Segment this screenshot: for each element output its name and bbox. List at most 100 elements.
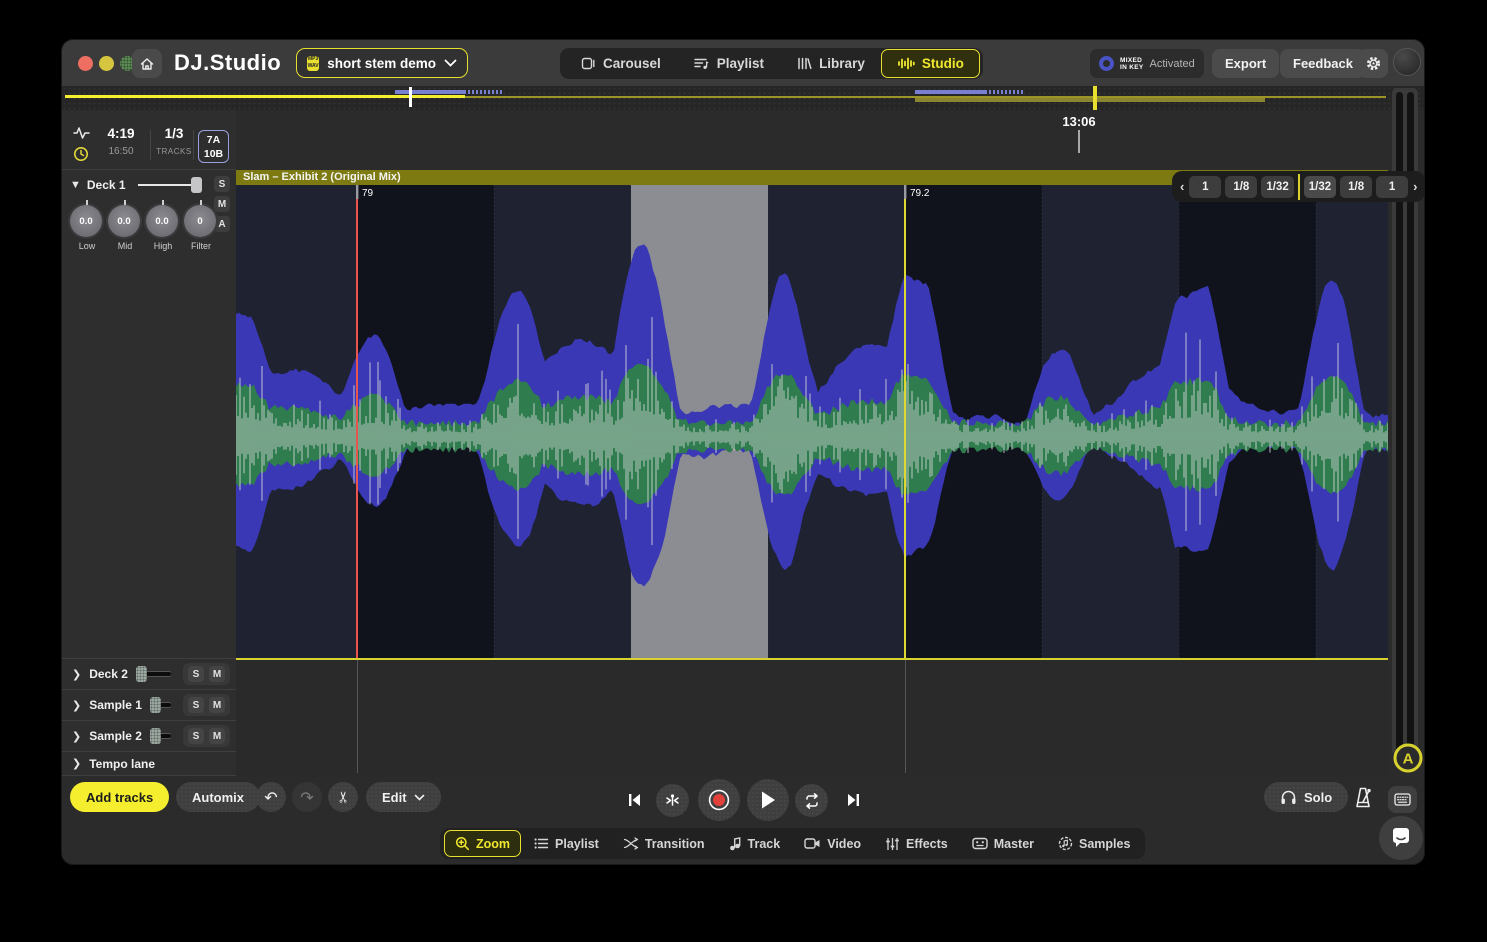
minimap-playhead[interactable] [409, 87, 412, 107]
sidebar-divider [62, 169, 236, 170]
split-tool-button[interactable]: ✂ [328, 782, 358, 812]
tracks-count: 1/3 [154, 126, 194, 141]
arrangement-empty-area[interactable] [236, 658, 1388, 777]
circled-a-icon: A [1392, 742, 1424, 774]
key-display[interactable]: 7A 10B [198, 130, 229, 163]
user-avatar[interactable] [1393, 48, 1421, 76]
filter-knob[interactable]: 0 [184, 205, 216, 237]
support-chat-button[interactable] [1379, 816, 1423, 860]
mix-overview-minimap[interactable] [62, 86, 1424, 110]
keyboard-icon [1394, 793, 1411, 806]
sample1-volume-slider[interactable] [150, 697, 175, 713]
deck1-volume-handle[interactable] [191, 177, 202, 193]
panel-tab-transition[interactable]: Transition [612, 830, 716, 857]
waveform-display[interactable]: 7979.2 [236, 185, 1388, 658]
undo-button[interactable]: ↶ [256, 782, 286, 812]
metronome-button[interactable] [1350, 785, 1376, 811]
deck1-volume-slider[interactable] [138, 177, 202, 193]
sample2-volume-slider[interactable] [150, 728, 175, 744]
scissors-icon: ✂ [334, 791, 352, 804]
timeline-ruler[interactable]: 13:06 − + [62, 110, 1424, 170]
beatgrid-next-icon[interactable]: › [1412, 179, 1418, 194]
svg-text:79.2: 79.2 [910, 188, 930, 199]
split-at-playhead-button[interactable] [656, 784, 689, 817]
autopilot-badge[interactable]: A [1392, 742, 1424, 774]
add-tracks-button[interactable]: Add tracks [70, 782, 169, 812]
tempo-lane-row[interactable]: ❯ Tempo lane [62, 751, 236, 776]
chevron-right-icon[interactable]: ❯ [72, 668, 81, 681]
mid-knob[interactable]: 0.0 [108, 205, 140, 237]
skip-to-start-button[interactable] [625, 791, 643, 809]
minimap-stem-segment-2 [915, 90, 985, 94]
panel-tab-master[interactable]: Master [961, 830, 1045, 857]
deck2-solo-button[interactable]: S [188, 666, 204, 682]
loop-button[interactable] [795, 784, 828, 817]
redo-button[interactable]: ↷ [292, 782, 322, 812]
beatgrid-button-3[interactable]: 1/32 [1261, 176, 1293, 198]
beatgrid-prev-icon[interactable]: ‹ [1179, 179, 1185, 194]
tab-playlist[interactable]: Playlist [677, 49, 780, 78]
tab-library[interactable]: Library [780, 49, 881, 78]
mixed-in-key-icon [1099, 56, 1114, 71]
deck2-lane-row[interactable]: ❯ Deck 2 S M [62, 658, 236, 689]
music-note-icon [729, 837, 742, 851]
chevron-down-icon[interactable]: ▼ [70, 179, 81, 191]
carousel-icon [579, 56, 596, 71]
minimap-cursor-marker[interactable] [1093, 86, 1097, 110]
keyboard-shortcuts-button[interactable] [1388, 786, 1417, 813]
deck1-label: Deck 1 [87, 178, 126, 192]
tab-carousel[interactable]: Carousel [563, 49, 677, 78]
chevron-right-icon[interactable]: ❯ [72, 730, 81, 743]
chevron-right-icon[interactable]: ❯ [72, 757, 81, 770]
beatgrid-button-4[interactable]: 1/32 [1304, 176, 1336, 198]
sample2-mute-button[interactable]: M [209, 728, 225, 744]
play-button[interactable] [747, 779, 789, 821]
sample1-solo-button[interactable]: S [188, 697, 204, 713]
automix-button[interactable]: Automix [176, 782, 260, 812]
panel-tab-video[interactable]: Video [793, 830, 872, 857]
sample2-solo-button[interactable]: S [188, 728, 204, 744]
app-window: DJ.Studio MP3WAV short stem demo Carouse… [62, 40, 1424, 864]
redo-icon: ↷ [300, 788, 313, 807]
crossfade-icon [623, 837, 639, 850]
beatgrid-button-6[interactable]: 1 [1376, 176, 1408, 198]
minimap-stem-segment-2-dotted [985, 90, 1023, 94]
left-sidebar: 4:19 16:50 1/3 TRACKS 7A 10B ▼ Deck 1 S … [62, 110, 236, 775]
beatgrid-button-2[interactable]: 1/8 [1225, 176, 1257, 198]
beatgrid-button-5[interactable]: 1/8 [1340, 176, 1372, 198]
window-minimize-button[interactable] [99, 56, 114, 71]
sample1-mute-button[interactable]: M [209, 697, 225, 713]
deck2-volume-slider[interactable] [136, 666, 175, 682]
skip-to-end-button[interactable] [845, 791, 863, 809]
feedback-button[interactable]: Feedback [1280, 49, 1366, 78]
panel-tab-effects[interactable]: Effects [874, 830, 959, 857]
home-button[interactable] [132, 49, 162, 78]
window-close-button[interactable] [78, 56, 93, 71]
library-icon [796, 56, 812, 71]
panel-tab-track[interactable]: Track [718, 830, 792, 857]
merge-icon [664, 792, 681, 809]
tab-studio[interactable]: Studio [881, 49, 980, 78]
project-selector[interactable]: MP3WAV short stem demo [296, 48, 468, 78]
panel-tab-samples[interactable]: Samples [1047, 830, 1141, 857]
panel-tab-playlist[interactable]: Playlist [523, 830, 610, 857]
sample1-lane-row[interactable]: ❯ Sample 1 S M [62, 689, 236, 720]
chevron-right-icon[interactable]: ❯ [72, 699, 81, 712]
panel-tabs: Zoom Playlist Transition Track Video Eff [440, 828, 1145, 859]
track-title: Slam – Exhibit 2 (Original Mix) [243, 171, 401, 183]
solo-button[interactable]: Solo [1264, 782, 1348, 812]
export-button[interactable]: Export [1212, 49, 1279, 78]
deck2-mute-button[interactable]: M [209, 666, 225, 682]
edit-menu-button[interactable]: Edit [366, 782, 441, 812]
sample2-lane-row[interactable]: ❯ Sample 2 S M [62, 720, 236, 751]
low-knob[interactable]: 0.0 [70, 205, 102, 237]
high-knob[interactable]: 0.0 [146, 205, 178, 237]
record-button[interactable] [698, 779, 740, 821]
minimap-stem-segment-1 [395, 90, 464, 94]
panel-tab-zoom[interactable]: Zoom [444, 830, 521, 857]
beatgrid-button-1[interactable]: 1 [1189, 176, 1221, 198]
studio-waveform-icon [897, 56, 915, 71]
total-time: 16:50 [98, 146, 144, 157]
settings-button[interactable] [1358, 49, 1388, 78]
deck1-solo-button[interactable]: S [214, 176, 230, 192]
